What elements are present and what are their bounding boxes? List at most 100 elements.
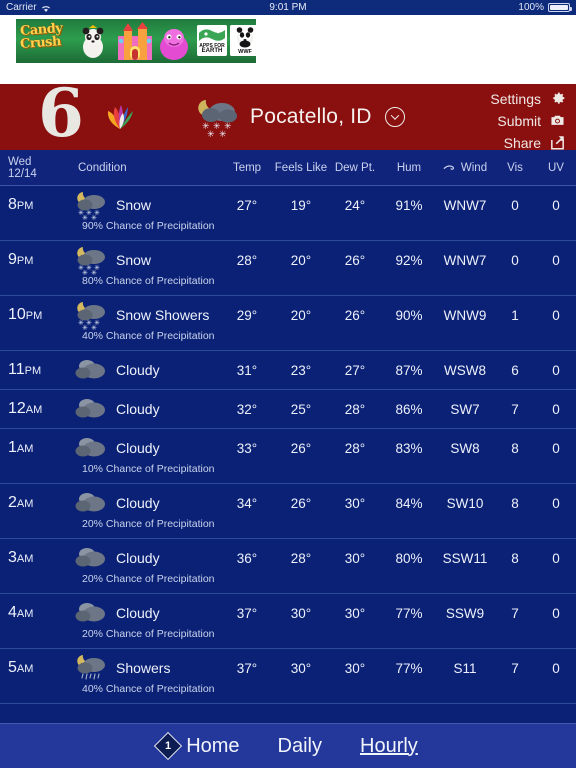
- row-humidity: 77%: [395, 605, 423, 621]
- table-row[interactable]: 5AM Showers 37° 30° 30° 77% S11 7 0 40% Chance of…: [0, 649, 576, 704]
- row-time-number: 11: [8, 361, 25, 378]
- svg-text:✳: ✳: [207, 130, 215, 138]
- row-condition-cell: Showers: [72, 653, 220, 683]
- row-condition-label: Cloudy: [116, 440, 160, 456]
- tab-hourly[interactable]: Hourly: [360, 735, 418, 758]
- row-time: 3AM: [0, 549, 72, 567]
- tab-daily[interactable]: Daily: [278, 735, 322, 758]
- battery-percent-label: 100%: [518, 2, 544, 13]
- row-uv: 0: [552, 495, 560, 511]
- row-time-number: 4: [8, 604, 17, 621]
- row-dew-point: 26°: [344, 252, 366, 268]
- row-visibility: 1: [511, 307, 519, 323]
- row-time-number: 3: [8, 549, 17, 566]
- status-bar: Carrier 9:01 PM 100%: [0, 0, 576, 15]
- row-time: 12AM: [0, 400, 72, 418]
- share-icon: [548, 134, 566, 152]
- row-temp: 36°: [236, 550, 258, 566]
- row-temp: 33°: [236, 440, 258, 456]
- row-precipitation: 40% Chance of Precipitation: [82, 330, 215, 342]
- svg-text:✳: ✳: [91, 324, 97, 330]
- row-uv: 0: [552, 401, 560, 417]
- ad-container: Candy Crush APPS FOR EARTH WWF: [0, 15, 576, 84]
- table-row[interactable]: 4AM Cloudy 37° 30° 30° 77% SSW9 7 0 20% Chance of…: [0, 594, 576, 649]
- gear-icon: [548, 90, 566, 108]
- row-feels-like: 28°: [290, 550, 312, 566]
- row-condition-label: Cloudy: [116, 362, 160, 378]
- svg-text:✳: ✳: [82, 214, 88, 220]
- table-row[interactable]: 2AM Cloudy 34° 26° 30° 84% SW10 8 0 20% Chance of…: [0, 484, 576, 539]
- row-wind: SW8: [450, 440, 480, 456]
- status-bar-time: 9:01 PM: [269, 2, 307, 13]
- row-dew-point: 30°: [344, 605, 366, 621]
- carrier-label: Carrier: [6, 2, 37, 13]
- location-selector[interactable]: ✳ ✳ ✳ ✳ ✳ Pocatello, ID: [192, 96, 405, 140]
- tab-hourly-label: Hourly: [360, 734, 418, 757]
- row-uv: 0: [552, 362, 560, 378]
- ad-title-line2: Crush: [19, 34, 62, 53]
- row-feels-like: 20°: [290, 307, 312, 323]
- row-uv: 0: [552, 252, 560, 268]
- row-time: 1AM: [0, 439, 72, 457]
- table-row[interactable]: 12AM Cloudy 32° 25° 28° 86% SW7 7 0: [0, 390, 576, 429]
- table-row[interactable]: 10PM ✳ ✳ ✳ ✳ ✳ Snow Showers 29° 20° 26° 90% WNW9 1 0 4…: [0, 296, 576, 351]
- cloudy-icon: [74, 355, 108, 385]
- row-humidity: 90%: [395, 307, 423, 323]
- row-dew-point: 24°: [344, 197, 366, 213]
- header-day-name: Wed: [8, 155, 32, 168]
- row-condition-label: Snow: [116, 252, 152, 268]
- row-uv: 0: [552, 550, 560, 566]
- row-visibility: 0: [511, 197, 519, 213]
- row-humidity: 77%: [395, 660, 423, 676]
- row-main: 3AM Cloudy 36° 28° 30° 80% SSW11 8 0: [0, 539, 576, 577]
- table-row[interactable]: 11PM Cloudy 31° 23° 27° 87% WSW8 6 0: [0, 351, 576, 390]
- tab-home[interactable]: 1 Home: [154, 731, 240, 761]
- column-header-dew-point: Dew Pt.: [334, 161, 376, 174]
- row-time-number: 1: [8, 439, 17, 456]
- row-time-ampm: AM: [16, 553, 34, 565]
- row-humidity: 87%: [395, 362, 423, 378]
- hourly-forecast-list[interactable]: 8PM ✳ ✳ ✳ ✳ ✳ Snow 27° 19° 24° 91% WNW7 0 0 90% Chance…: [0, 186, 576, 713]
- row-condition-label: Snow: [116, 197, 152, 213]
- share-button[interactable]: Share: [504, 133, 566, 152]
- table-row[interactable]: 9PM ✳ ✳ ✳ ✳ ✳ Snow 28° 20° 26° 92% WNW7 0 0 80% Chance…: [0, 241, 576, 296]
- table-row[interactable]: 3AM Cloudy 36° 28° 30° 80% SSW11 8 0 20% Chance o…: [0, 539, 576, 594]
- chevron-down-icon[interactable]: [384, 107, 405, 127]
- row-time-ampm: PM: [16, 200, 34, 212]
- header-date: 12/14: [8, 167, 37, 180]
- submit-button[interactable]: Submit: [497, 111, 566, 130]
- column-header-condition: Condition: [78, 161, 127, 174]
- table-row[interactable]: 1AM Cloudy 33° 26° 28° 83% SW8 8 0 10% Chance of …: [0, 429, 576, 484]
- row-temp: 37°: [236, 605, 258, 621]
- row-dew-point: 26°: [344, 307, 366, 323]
- row-time-number: 10: [8, 306, 26, 323]
- table-row[interactable]: 8PM ✳ ✳ ✳ ✳ ✳ Snow 27° 19° 24° 91% WNW7 0 0 90% Chance…: [0, 186, 576, 241]
- row-main: 11PM Cloudy 31° 23° 27° 87% WSW8 6 0: [0, 351, 576, 389]
- tab-home-label: Home: [186, 734, 240, 757]
- row-wind: WSW8: [444, 362, 486, 378]
- row-dew-point: 30°: [344, 495, 366, 511]
- row-wind: S11: [453, 660, 477, 676]
- settings-button[interactable]: Settings: [490, 89, 566, 108]
- location-name: Pocatello, ID: [250, 105, 372, 128]
- svg-text:EARTH: EARTH: [202, 48, 223, 54]
- row-feels-like: 25°: [290, 401, 312, 417]
- row-condition-cell: ✳ ✳ ✳ ✳ ✳ Snow: [72, 245, 220, 277]
- row-wind: WNW7: [443, 197, 487, 213]
- row-time: 10PM: [0, 306, 72, 324]
- row-time-number: 5: [8, 659, 17, 676]
- channel-6-logo[interactable]: 6: [28, 80, 148, 146]
- moon-cloud-snow-icon: ✳ ✳ ✳ ✳ ✳: [74, 190, 108, 222]
- row-visibility: 0: [511, 252, 519, 268]
- svg-text:✳: ✳: [82, 269, 88, 275]
- candy-crush-ad-banner[interactable]: Candy Crush APPS FOR EARTH WWF: [16, 19, 256, 63]
- row-main: 2AM Cloudy 34° 26° 30° 84% SW10 8 0: [0, 484, 576, 522]
- row-time-number: 2: [8, 494, 17, 511]
- header-menu: Settings Submit Share: [490, 89, 566, 152]
- tab-daily-label: Daily: [277, 734, 322, 757]
- row-time: 4AM: [0, 604, 72, 622]
- column-header-visibility: Vis: [507, 161, 523, 174]
- row-visibility: 8: [511, 550, 519, 566]
- share-label: Share: [503, 134, 541, 151]
- moon-cloud-snow-icon: ✳ ✳ ✳ ✳ ✳: [74, 245, 108, 277]
